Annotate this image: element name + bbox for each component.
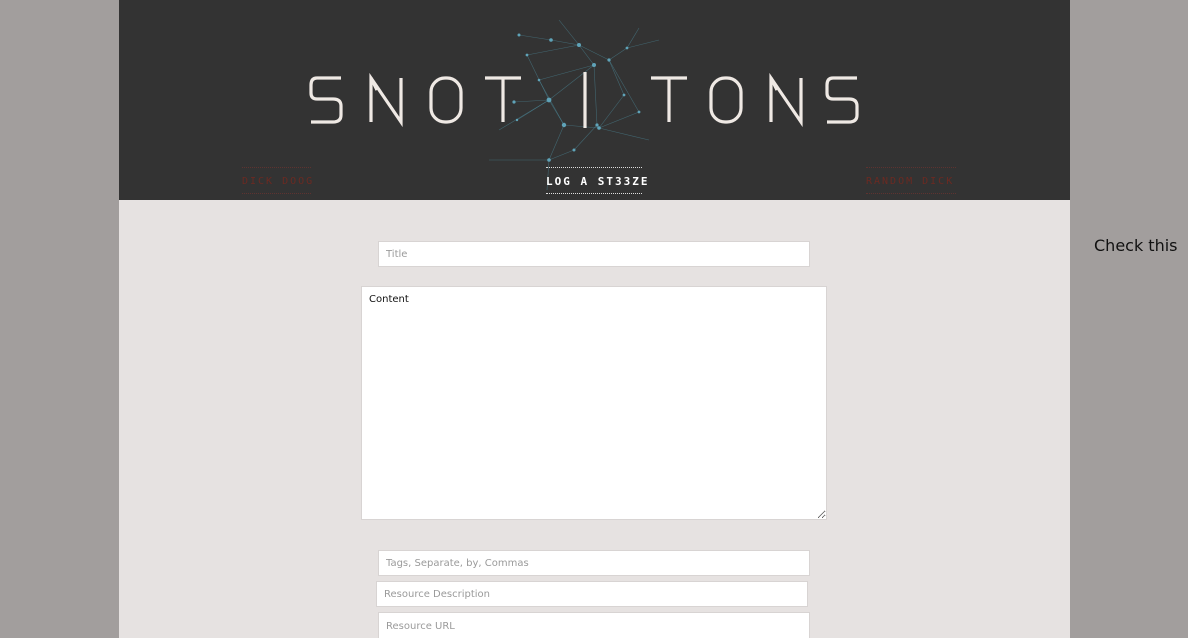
page-container: DICK DOOG LOG A ST33ZE RANDOM DICK (119, 0, 1070, 638)
nav-random-dick-link[interactable]: RANDOM DICK (866, 167, 956, 194)
tags-input[interactable] (378, 550, 810, 576)
site-header: DICK DOOG LOG A ST33ZE RANDOM DICK (119, 0, 1070, 200)
nav-log-a-steeze-link[interactable]: LOG A ST33ZE (546, 167, 647, 194)
check-this-text: Check this (1094, 236, 1178, 255)
title-input[interactable] (378, 241, 810, 267)
content-textarea[interactable] (361, 286, 827, 520)
resource-url-input[interactable] (378, 612, 810, 638)
nav-dick-doog-link[interactable]: DICK DOOG (242, 167, 312, 194)
resource-description-input[interactable] (376, 581, 808, 607)
